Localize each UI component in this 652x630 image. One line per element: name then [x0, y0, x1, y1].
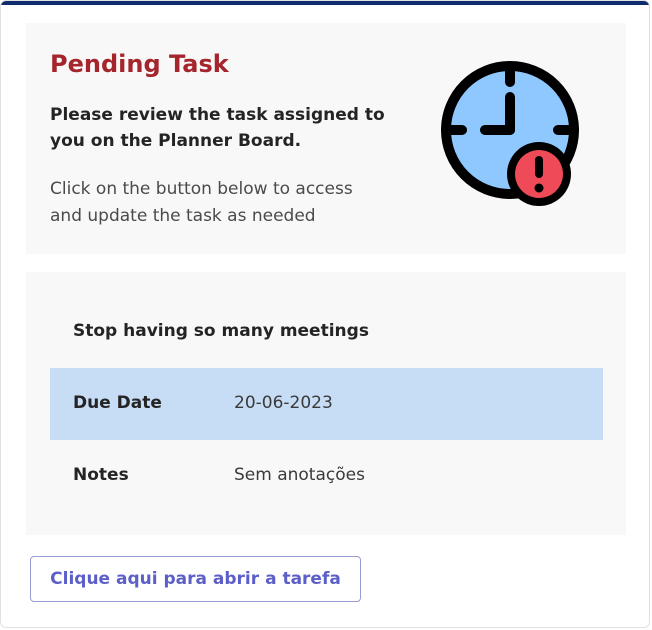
due-date-value: 20-06-2023: [234, 393, 333, 413]
task-card: Pending Task Please review the task assi…: [0, 0, 650, 628]
notes-label: Notes: [73, 465, 129, 485]
notes-value: Sem anotações: [234, 465, 365, 485]
hero-instructions: Click on the button below to access and …: [50, 179, 353, 226]
due-date-row: Due Date 20-06-2023: [50, 368, 603, 440]
notes-row: Notes Sem anotações: [50, 440, 603, 512]
hero-message: Please review the task assigned to you o…: [50, 105, 385, 151]
due-date-label: Due Date: [73, 393, 162, 413]
task-details-section: Stop having so many meetings Due Date 20…: [26, 272, 626, 535]
open-task-button[interactable]: Clique aqui para abrir a tarefa: [30, 556, 361, 602]
hero-section: Pending Task Please review the task assi…: [26, 23, 626, 254]
hero-title: Pending Task: [50, 50, 229, 78]
task-title: Stop having so many meetings: [73, 321, 369, 341]
clock-alert-icon: [441, 61, 579, 206]
top-accent-bar: [1, 1, 649, 5]
